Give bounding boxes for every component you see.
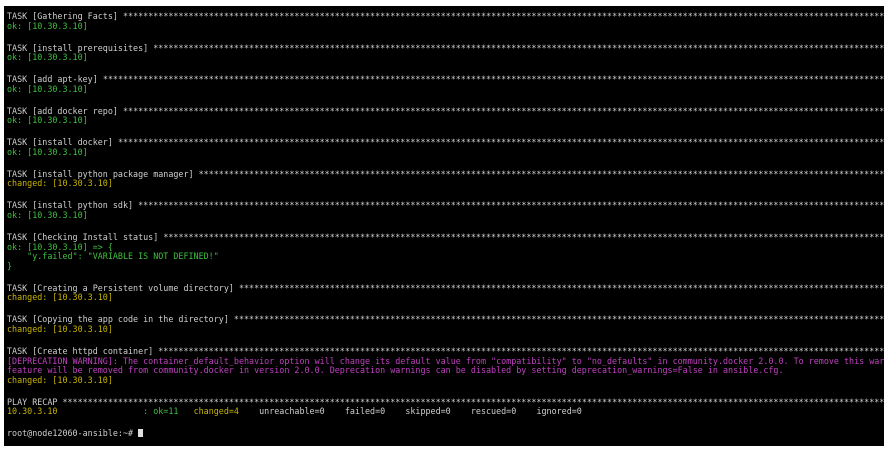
play-recap-header: PLAY RECAP *****************************…: [7, 397, 884, 407]
deprecation-warning: feature will be removed from community.d…: [7, 366, 784, 376]
debug-output-line: }: [7, 261, 13, 271]
task-result: changed: [10.30.3.10]: [7, 324, 113, 334]
task-header: TASK [install python sdk] **************…: [7, 201, 884, 211]
task-result: changed: [10.30.3.10]: [7, 375, 113, 385]
task-header: TASK [Create httpd container] **********…: [7, 346, 884, 356]
prompt-text: root@node12060-ansible:~#: [7, 429, 139, 439]
debug-output-line: "y.failed": "VARIABLE IS NOT DEFINED!": [7, 252, 219, 262]
task-result: ok: [10.30.3.10]: [7, 211, 88, 221]
task-header: TASK [Checking Install status] *********…: [7, 233, 884, 243]
task-header: TASK [install python package manager] **…: [7, 169, 884, 179]
task-header: TASK [Copying the app code in the direct…: [7, 315, 884, 325]
task-header: TASK [Gathering Facts] *****************…: [7, 12, 884, 21]
play-recap-row: 10.30.3.10 : ok=11 changed=4 unreachable…: [7, 407, 884, 417]
task-result: ok: [10.30.3.10]: [7, 53, 88, 63]
recap-host: 10.30.3.10: [7, 407, 144, 417]
recap-ok-count: : ok=11: [143, 407, 194, 417]
task-result: ok: [10.30.3.10]: [7, 84, 88, 94]
text-cursor: [138, 429, 144, 438]
task-header: TASK [add docker repo] *****************…: [7, 106, 884, 116]
terminal-window[interactable]: TASK [Gathering Facts] *****************…: [4, 6, 884, 446]
recap-other-counts: unreachable=0 failed=0 skipped=0 rescued…: [254, 407, 582, 417]
shell-prompt[interactable]: root@node12060-ansible:~#: [7, 429, 884, 439]
task-header: TASK [Creating a Persistent volume direc…: [7, 283, 884, 293]
task-header: TASK [install prerequisites] ***********…: [7, 43, 884, 53]
task-header: TASK [install docker] ******************…: [7, 138, 884, 148]
deprecation-warning: [DEPRECATION WARNING]: The container_def…: [7, 356, 884, 366]
task-header: TASK [add apt-key] *********************…: [7, 75, 884, 85]
debug-output-line: ok: [10.30.3.10] => {: [7, 242, 113, 252]
task-result: ok: [10.30.3.10]: [7, 21, 88, 31]
task-result: changed: [10.30.3.10]: [7, 179, 113, 189]
task-result: ok: [10.30.3.10]: [7, 116, 88, 126]
task-result: changed: [10.30.3.10]: [7, 293, 113, 303]
recap-changed-count: changed=4: [193, 407, 255, 417]
task-result: ok: [10.30.3.10]: [7, 147, 88, 157]
